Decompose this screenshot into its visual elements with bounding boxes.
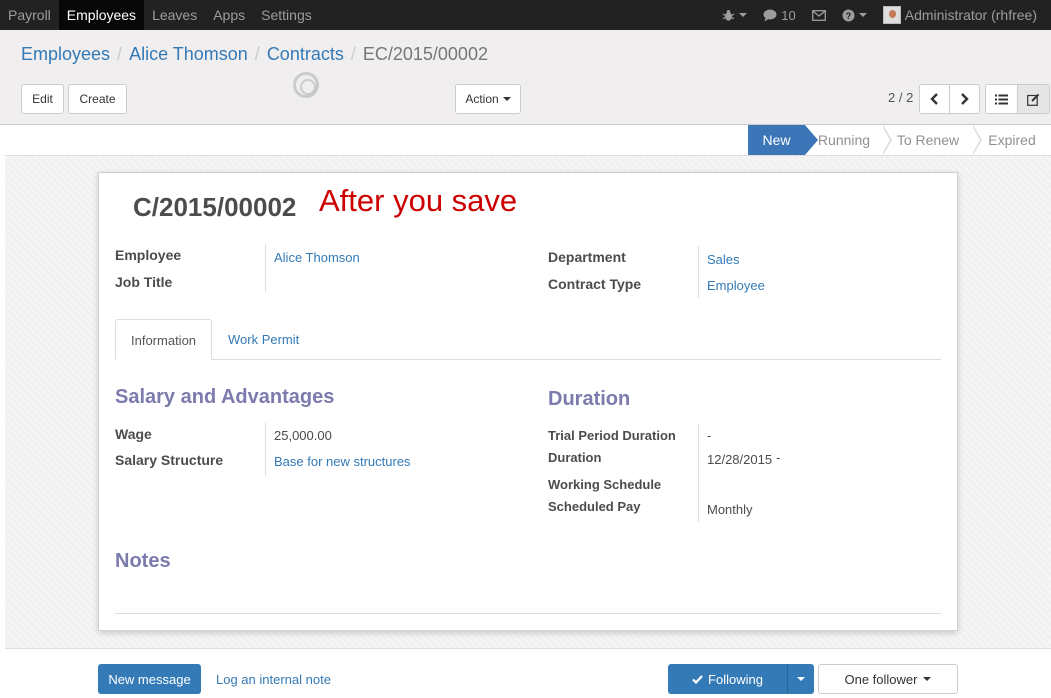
salary-structure-label: Salary Structure (115, 452, 224, 468)
stage-to-renew-label: To Renew (896, 132, 960, 148)
breadcrumb-separator: / (350, 44, 356, 64)
duration-group-title: Duration (548, 388, 631, 410)
salary-structure-field[interactable]: Base for new structures (274, 454, 411, 469)
edit-icon (1027, 93, 1040, 106)
form-sheet: C/2015/00002 After you save Employee Job… (98, 172, 958, 631)
chevron-down-icon (502, 97, 511, 101)
chevron-down-icon (923, 677, 932, 681)
working-schedule-label: Working Schedule (548, 477, 662, 492)
pager-next-button[interactable] (949, 84, 980, 114)
contract-type-label: Contract Type (548, 276, 642, 292)
breadcrumb-separator: / (117, 44, 123, 64)
duration-start-field[interactable]: 12/28/2015 (707, 452, 772, 467)
field-divider (265, 244, 266, 292)
stage-to-renew[interactable]: To Renew (883, 125, 982, 155)
field-divider (265, 423, 266, 476)
department-label: Department (548, 249, 626, 265)
svg-text:?: ? (845, 11, 851, 21)
systray: 10 ? Administrator (rhfree) (714, 0, 1051, 30)
scheduled-pay-label: Scheduled Pay (548, 499, 641, 514)
new-message-button[interactable]: New message (98, 664, 201, 694)
main-menu: Payroll Employees Leaves Apps Settings (0, 0, 320, 30)
followers-label: One follower (844, 671, 918, 687)
chevron-right-icon (961, 93, 969, 105)
edit-button[interactable]: Edit (21, 84, 64, 114)
bug-icon (722, 9, 735, 21)
annotation-note: After you save (319, 183, 518, 218)
chat-icon (763, 9, 777, 21)
status-bar: New Running To Renew Expired (5, 125, 1051, 156)
notes-group-title: Notes (115, 550, 171, 572)
trial-period-label: Trial Period Duration (548, 428, 676, 443)
control-panel: Employees / Alice Thomson / Contracts / … (0, 30, 1051, 125)
messages-count: 10 (781, 7, 796, 23)
stage-running[interactable]: Running (805, 125, 892, 155)
envelope-icon (811, 9, 826, 21)
menu-payroll[interactable]: Payroll (0, 0, 59, 30)
chevron-left-icon (930, 93, 938, 105)
breadcrumb-separator: / (254, 44, 260, 64)
list-icon (995, 94, 1008, 104)
breadcrumb: Employees / Alice Thomson / Contracts / … (21, 44, 488, 65)
check-icon (692, 674, 703, 684)
followers-button[interactable]: One follower (818, 664, 958, 694)
menu-employees[interactable]: Employees (58, 0, 145, 30)
messages-menu[interactable]: 10 (755, 0, 803, 30)
department-field[interactable]: Sales (707, 252, 740, 267)
action-button[interactable]: Action (455, 84, 521, 114)
stage-running-label: Running (817, 132, 871, 148)
record-name: C/2015/00002 (133, 192, 297, 222)
salary-group-title: Salary and Advantages (115, 386, 335, 408)
employee-label: Employee (115, 247, 182, 263)
breadcrumb-current: EC/2015/00002 (362, 44, 488, 64)
field-divider (698, 424, 699, 522)
inbox-button[interactable] (804, 0, 834, 30)
chevron-down-icon (797, 677, 805, 681)
following-label: Following (708, 671, 763, 687)
loading-spinner-icon (293, 72, 319, 98)
menu-apps[interactable]: Apps (205, 0, 253, 30)
duration-separator: - (776, 450, 781, 465)
contract-type-field[interactable]: Employee (707, 278, 765, 293)
duration-label: Duration (548, 450, 602, 465)
notes-field[interactable] (115, 613, 941, 614)
follow-options-button[interactable] (787, 664, 814, 694)
list-view-button[interactable] (985, 84, 1018, 114)
create-button[interactable]: Create (68, 84, 127, 114)
log-note-link[interactable]: Log an internal note (216, 672, 331, 687)
pager-value[interactable]: 2 / 2 (888, 90, 913, 105)
action-label: Action (465, 92, 499, 106)
breadcrumb-employees[interactable]: Employees (21, 44, 110, 65)
tab-information[interactable]: Information (115, 319, 213, 360)
top-navbar: Payroll Employees Leaves Apps Settings 1… (0, 0, 1051, 30)
chevron-down-icon (739, 13, 748, 17)
notebook-tabs: Information Work Permit (115, 319, 941, 360)
menu-leaves[interactable]: Leaves (144, 0, 205, 30)
avatar (882, 6, 901, 24)
breadcrumb-alice-thomson[interactable]: Alice Thomson (129, 44, 248, 65)
employee-field[interactable]: Alice Thomson (274, 250, 360, 265)
following-button[interactable]: Following (668, 664, 787, 694)
scheduled-pay-field[interactable]: Monthly (707, 502, 753, 517)
help-menu[interactable]: ? (834, 0, 875, 30)
debug-menu[interactable] (714, 0, 755, 30)
breadcrumb-contracts[interactable]: Contracts (267, 44, 344, 65)
field-divider (698, 246, 699, 298)
trial-period-field[interactable]: - (707, 428, 711, 443)
stage-new[interactable]: New (748, 125, 818, 155)
job-title-label: Job Title (115, 274, 173, 290)
chevron-down-icon (858, 13, 867, 17)
help-icon: ? (842, 9, 855, 21)
form-view-button[interactable] (1017, 84, 1050, 114)
wage-label: Wage (115, 426, 152, 442)
tab-work-permit[interactable]: Work Permit (213, 319, 314, 360)
stage-expired[interactable]: Expired (973, 125, 1051, 155)
wage-field[interactable]: 25,000.00 (274, 428, 332, 443)
menu-settings[interactable]: Settings (253, 0, 320, 30)
user-name: Administrator (rhfree) (904, 7, 1037, 23)
pager-previous-button[interactable] (919, 84, 950, 114)
user-menu[interactable]: Administrator (rhfree) (875, 0, 1045, 30)
